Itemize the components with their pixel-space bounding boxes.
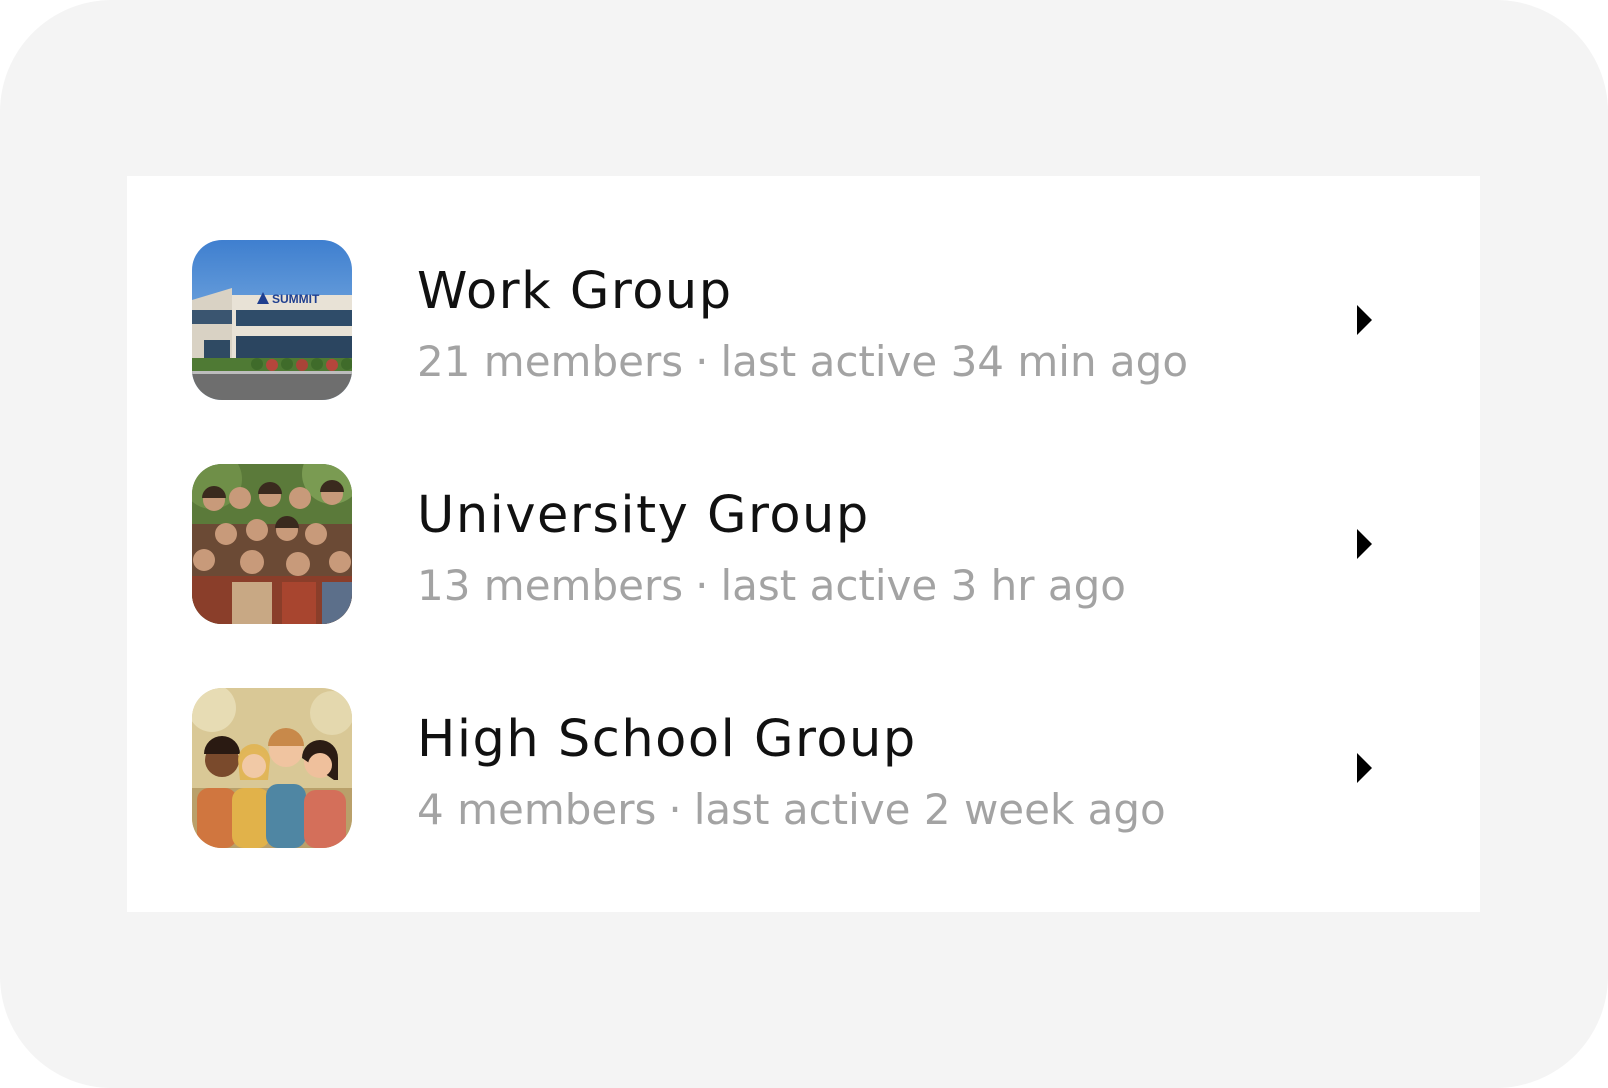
group-row-work[interactable]: SUMMIT Work Group 21 members · last active… [127, 240, 1480, 400]
member-count: 13 members [417, 561, 684, 610]
device-frame: SUMMIT Work Group 21 members · last active… [0, 0, 1608, 1088]
last-active: last active 2 week ago [693, 785, 1166, 834]
meta-separator: · [668, 785, 682, 834]
chevron-right-icon[interactable] [1352, 302, 1376, 338]
group-row-university[interactable]: University Group 13 members · last active … [127, 464, 1480, 624]
friends-group-thumbnail [192, 464, 352, 624]
group-meta: 13 members · last active 3 hr ago [417, 560, 1126, 612]
group-name: High School Group [417, 710, 917, 769]
meta-separator: · [695, 337, 709, 386]
member-count: 21 members [417, 337, 684, 386]
chevron-right-icon[interactable] [1352, 750, 1376, 786]
group-name: Work Group [417, 262, 733, 321]
chevron-right-icon[interactable] [1352, 526, 1376, 562]
group-meta: 4 members · last active 2 week ago [417, 784, 1166, 836]
children-illustration-thumbnail [192, 688, 352, 848]
group-name: University Group [417, 486, 870, 545]
last-active: last active 3 hr ago [720, 561, 1126, 610]
group-row-high-school[interactable]: High School Group 4 members · last active … [127, 688, 1480, 848]
member-count: 4 members [417, 785, 657, 834]
last-active: last active 34 min ago [720, 337, 1189, 386]
meta-separator: · [695, 561, 709, 610]
group-meta: 21 members · last active 34 min ago [417, 336, 1188, 388]
office-building-thumbnail: SUMMIT [192, 240, 352, 400]
group-list: SUMMIT Work Group 21 members · last active… [127, 176, 1480, 912]
svg-text:SUMMIT: SUMMIT [272, 292, 320, 306]
